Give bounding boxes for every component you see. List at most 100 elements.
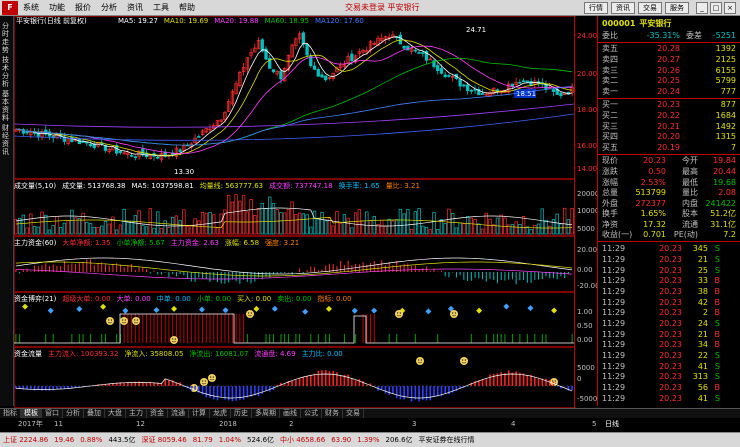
indicator-tab[interactable]: 指标 bbox=[0, 409, 21, 418]
indicator-tab[interactable]: 交易 bbox=[343, 409, 364, 418]
status-item: 81.79 bbox=[192, 436, 213, 444]
indicator-tab[interactable]: 分析 bbox=[63, 409, 84, 418]
volume-bar bbox=[103, 220, 108, 235]
indicator-tab[interactable]: 画线 bbox=[280, 409, 301, 418]
indicator-tab[interactable]: 窗口 bbox=[42, 409, 63, 418]
minimize-icon[interactable]: _ bbox=[696, 2, 708, 14]
maximize-icon[interactable]: □ bbox=[710, 2, 722, 14]
left-tab-jiben[interactable]: 基本资料 bbox=[2, 90, 12, 122]
menu-item-1[interactable]: 功能 bbox=[44, 2, 70, 13]
status-item: 深证 8059.46 bbox=[141, 436, 187, 444]
indicator-tab[interactable]: 模板 bbox=[21, 409, 42, 418]
volume-bar bbox=[118, 224, 123, 235]
sub-tick-label: 5000 bbox=[577, 225, 595, 233]
left-tab-caijing[interactable]: 财经资讯 bbox=[2, 124, 12, 156]
low-price-label: 13.30 bbox=[174, 168, 195, 176]
volume-bar bbox=[320, 212, 324, 235]
tick-side: B bbox=[714, 329, 721, 339]
top-button-0[interactable]: 行情 bbox=[584, 2, 608, 14]
tick-volume: 56 bbox=[697, 383, 708, 393]
tick-volume: 25 bbox=[697, 265, 708, 275]
smiley-icon bbox=[246, 310, 254, 318]
menu-item-4[interactable]: 资讯 bbox=[122, 2, 148, 13]
indicator-tab[interactable]: 历史 bbox=[231, 409, 252, 418]
x-axis-label: 3 bbox=[412, 420, 417, 428]
tick-volume: 42 bbox=[697, 297, 708, 307]
volume-bar bbox=[391, 220, 395, 235]
volume-bar bbox=[488, 218, 492, 235]
status-item: 443.5亿 bbox=[108, 436, 136, 444]
tick-time: 11:29 bbox=[602, 265, 626, 275]
legend-item: 小单净额: 5.67 bbox=[116, 239, 165, 247]
x-axis-label: 5 bbox=[592, 420, 597, 428]
x-axis-label: 12 bbox=[136, 420, 145, 428]
volume-bar bbox=[44, 214, 48, 235]
volume-bar bbox=[518, 224, 522, 235]
menu-item-3[interactable]: 分析 bbox=[96, 2, 122, 13]
left-tab-fenshi[interactable]: 分时走势 bbox=[2, 22, 12, 54]
menu-item-6[interactable]: 帮助 bbox=[174, 2, 200, 13]
sub-tick-label: -20.00 bbox=[577, 282, 597, 290]
indicator-tab[interactable]: 流通 bbox=[168, 409, 189, 418]
volume-bar bbox=[458, 222, 462, 235]
indicator-tab[interactable]: 叠加 bbox=[84, 409, 105, 418]
stat-value: 17.32 bbox=[643, 219, 666, 229]
volume-bar bbox=[436, 229, 440, 235]
signal-diamond-icon bbox=[527, 305, 534, 312]
indicator-tab[interactable]: 龙虎 bbox=[210, 409, 231, 418]
indicator-tab[interactable]: 多周期 bbox=[252, 409, 280, 418]
legend-item: 资金流量 bbox=[14, 350, 42, 358]
volume-bar bbox=[447, 208, 451, 235]
top-button-3[interactable]: 服务 bbox=[665, 2, 689, 14]
candle bbox=[447, 73, 451, 78]
signal-diamond-icon bbox=[47, 307, 54, 314]
menu-item-2[interactable]: 报价 bbox=[70, 2, 96, 13]
candle bbox=[563, 93, 567, 95]
candle bbox=[525, 80, 529, 83]
volume-bar bbox=[361, 220, 365, 235]
order-level-label: 卖五 bbox=[602, 44, 618, 54]
indicator-tab[interactable]: 财务 bbox=[322, 409, 343, 418]
tick-price: 20.23 bbox=[659, 340, 682, 350]
indicator-tab[interactable]: 资金 bbox=[147, 409, 168, 418]
indicator-tab[interactable]: 计算 bbox=[189, 409, 210, 418]
indicator-tab[interactable]: 主力 bbox=[126, 409, 147, 418]
stat-value: 272377 bbox=[635, 198, 666, 208]
quote-stat-row: 总量 513799 量比 2.08 bbox=[598, 187, 740, 198]
price-tick-label: 20.00 bbox=[577, 70, 597, 78]
period-label[interactable]: 日线 bbox=[605, 420, 619, 429]
volume-bar bbox=[540, 208, 544, 235]
indicator-tab[interactable]: 公式 bbox=[301, 409, 322, 418]
order-book-row: 卖一 20.24 777 bbox=[598, 86, 740, 97]
volume-bar bbox=[249, 199, 253, 235]
signal-diamond-icon bbox=[153, 306, 160, 313]
tick-price: 20.23 bbox=[659, 329, 682, 339]
volume-bar bbox=[521, 216, 526, 235]
stock-name: 平安银行 bbox=[639, 18, 672, 28]
volume-bar bbox=[454, 227, 459, 235]
stat-value: 0.701 bbox=[643, 230, 666, 240]
price-tick-label: 18.00 bbox=[577, 106, 597, 114]
candle bbox=[297, 31, 302, 44]
top-button-1[interactable]: 资讯 bbox=[611, 2, 635, 14]
indicator-tab[interactable]: 大盘 bbox=[105, 409, 126, 418]
volume-bar bbox=[189, 225, 193, 235]
weibi-row: 委比 -35.31% 委差 -5251 bbox=[598, 30, 740, 41]
smiley-icon bbox=[450, 310, 458, 318]
menu-item-0[interactable]: 系统 bbox=[18, 2, 44, 13]
volume-bar bbox=[253, 215, 257, 235]
top-button-2[interactable]: 交易 bbox=[638, 2, 662, 14]
chart-area[interactable]: 24.0020.0018.0016.0014.0018.512000010000… bbox=[14, 16, 597, 408]
left-tab-jishu[interactable]: 技术分析 bbox=[2, 56, 12, 88]
signal-diamond-icon bbox=[100, 303, 107, 310]
candle bbox=[204, 128, 208, 134]
volume-bar bbox=[548, 225, 552, 235]
close-icon[interactable]: × bbox=[724, 2, 736, 14]
volume-bar bbox=[178, 220, 182, 235]
signal-diamond-icon bbox=[551, 307, 558, 314]
stat-value: 2.08 bbox=[718, 188, 736, 198]
menu-item-5[interactable]: 工具 bbox=[148, 2, 174, 13]
legend-item: 主力资金(60) bbox=[14, 239, 57, 247]
candle bbox=[197, 134, 201, 138]
candle bbox=[507, 81, 511, 94]
